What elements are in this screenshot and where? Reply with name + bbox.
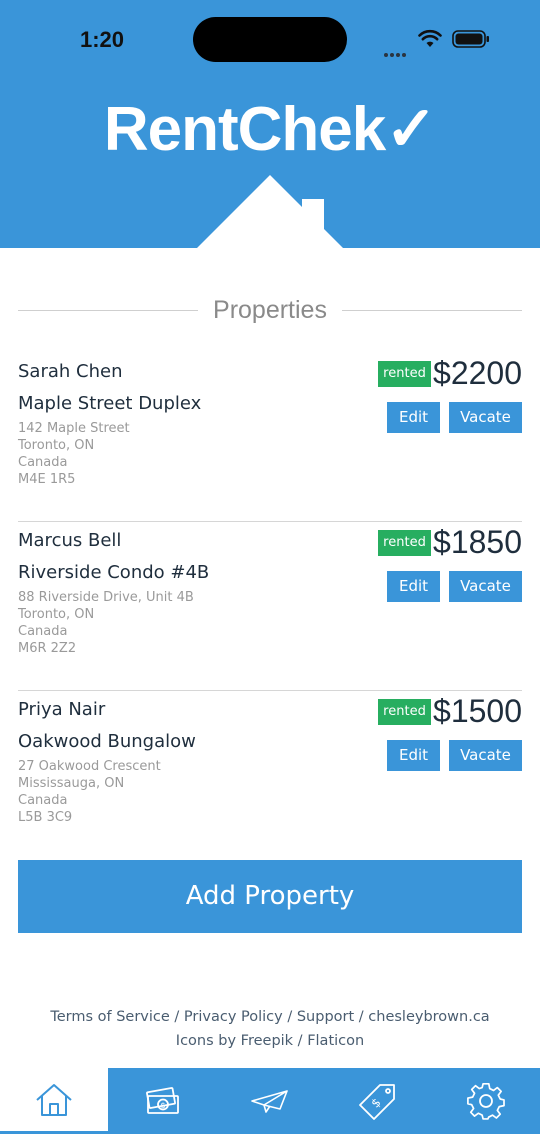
vacate-button[interactable]: Vacate xyxy=(449,402,522,433)
credits-prefix: Icons by xyxy=(175,1033,241,1049)
privacy-link[interactable]: Privacy Policy xyxy=(184,1009,283,1025)
app-logo: RentChek✓ xyxy=(103,95,437,164)
address-line: Mississauga, ON xyxy=(18,776,125,791)
property-address: 27 Oakwood Crescent Mississauga, ON Cana… xyxy=(18,758,161,826)
status-bar: 1:20 xyxy=(0,0,540,80)
edit-button[interactable]: Edit xyxy=(387,740,440,771)
tab-settings[interactable] xyxy=(432,1068,540,1134)
tenant-name: Priya Nair xyxy=(18,699,106,720)
address-line: Canada xyxy=(18,793,68,808)
property-address: 142 Maple Street Toronto, ON Canada M4E … xyxy=(18,420,130,488)
address-line: Toronto, ON xyxy=(18,438,95,453)
vacate-button[interactable]: Vacate xyxy=(449,571,522,602)
battery-icon xyxy=(452,30,489,48)
website-link[interactable]: chesleybrown.ca xyxy=(368,1009,489,1025)
freepik-link[interactable]: Freepik xyxy=(241,1033,293,1049)
property-card: Priya Nair Oakwood Bungalow 27 Oakwood C… xyxy=(18,691,522,860)
address-line: Toronto, ON xyxy=(18,607,95,622)
separator: / xyxy=(169,1009,184,1025)
flaticon-link[interactable]: Flaticon xyxy=(307,1033,364,1049)
house-roof-graphic xyxy=(196,175,344,249)
address-line: 27 Oakwood Crescent xyxy=(18,759,161,774)
property-name: Riverside Condo #4B xyxy=(18,562,210,583)
address-line: M4E 1R5 xyxy=(18,472,76,487)
cellular-signal-icon xyxy=(384,42,410,57)
address-line: M6R 2Z2 xyxy=(18,641,77,656)
support-link[interactable]: Support xyxy=(297,1009,354,1025)
property-card: Sarah Chen Maple Street Duplex 142 Maple… xyxy=(18,353,522,522)
property-card: Marcus Bell Riverside Condo #4B 88 River… xyxy=(18,522,522,691)
address-line: 142 Maple Street xyxy=(18,421,130,436)
terms-link[interactable]: Terms of Service xyxy=(50,1009,169,1025)
home-icon xyxy=(36,1083,72,1116)
svg-text:$: $ xyxy=(160,1101,165,1110)
rent-amount: $2200 xyxy=(433,355,522,391)
address-line: L5B 3C9 xyxy=(18,810,73,825)
divider xyxy=(342,310,522,311)
address-line: 88 Riverside Drive, Unit 4B xyxy=(18,590,194,605)
add-property-button[interactable]: Add Property xyxy=(18,860,522,933)
rent-amount: $1850 xyxy=(433,524,522,560)
tab-bar: $ $ xyxy=(0,1068,540,1134)
rent-amount: $1500 xyxy=(433,693,522,729)
dynamic-island xyxy=(193,17,347,62)
status-time: 1:20 xyxy=(80,27,125,52)
address-line: Canada xyxy=(18,455,68,470)
paper-plane-icon xyxy=(251,1090,288,1113)
separator: / xyxy=(282,1009,297,1025)
tab-messages[interactable] xyxy=(216,1068,324,1134)
property-address: 88 Riverside Drive, Unit 4B Toronto, ON … xyxy=(18,589,194,657)
edit-button[interactable]: Edit xyxy=(387,402,440,433)
vacate-button[interactable]: Vacate xyxy=(449,740,522,771)
property-name: Oakwood Bungalow xyxy=(18,731,196,752)
tenant-name: Marcus Bell xyxy=(18,530,122,551)
separator: / xyxy=(354,1009,369,1025)
status-badge: rented xyxy=(378,699,431,725)
money-icon: $ xyxy=(146,1087,179,1114)
properties-heading: Properties xyxy=(18,294,522,328)
tab-pricing[interactable]: $ xyxy=(324,1068,432,1134)
wifi-icon xyxy=(418,29,442,47)
status-badge: rented xyxy=(378,530,431,556)
separator: / xyxy=(293,1033,308,1049)
tab-payments[interactable]: $ xyxy=(108,1068,216,1134)
price-tag-icon: $ xyxy=(359,1084,395,1120)
footer-credits: Icons by Freepik / Flaticon xyxy=(0,1029,540,1053)
address-line: Canada xyxy=(18,624,68,639)
property-name: Maple Street Duplex xyxy=(18,393,202,414)
app-header: 1:20 RentChek✓ xyxy=(0,0,540,249)
svg-text:$: $ xyxy=(368,1095,383,1110)
edit-button[interactable]: Edit xyxy=(387,571,440,602)
tab-home[interactable] xyxy=(0,1068,108,1134)
tenant-name: Sarah Chen xyxy=(18,361,123,382)
footer-links: Terms of Service / Privacy Policy / Supp… xyxy=(0,1005,540,1029)
footer: Terms of Service / Privacy Policy / Supp… xyxy=(0,1005,540,1053)
gear-icon xyxy=(467,1082,505,1120)
status-badge: rented xyxy=(378,361,431,387)
